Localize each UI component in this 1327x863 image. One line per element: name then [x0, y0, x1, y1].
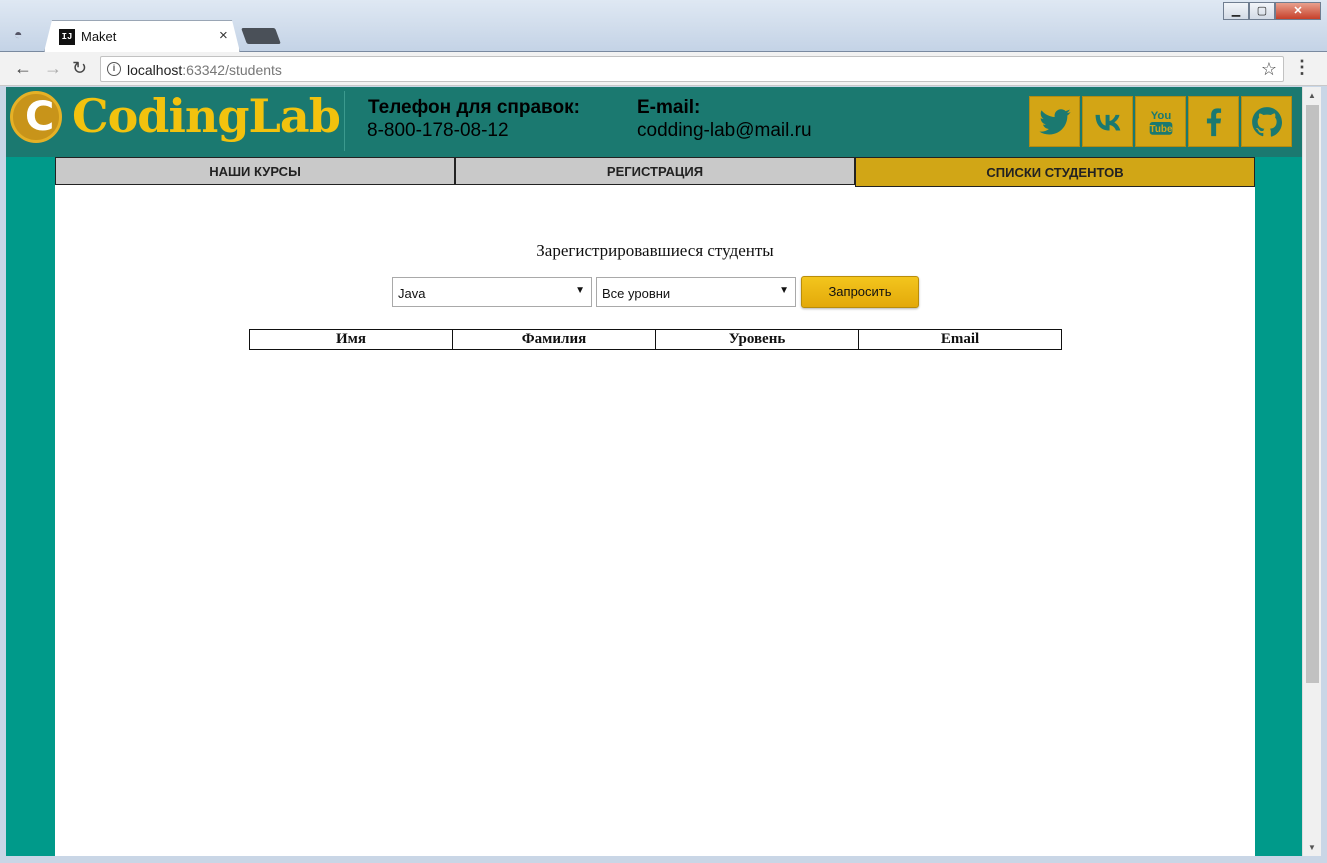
svg-text:You: You — [1150, 110, 1171, 122]
level-select[interactable]: Все уровни ▼ — [596, 277, 796, 307]
table-header-row: Имя Фамилия Уровень Email — [249, 329, 1062, 350]
twitter-icon[interactable] — [1029, 96, 1080, 147]
logo-divider — [344, 91, 356, 151]
phone-value: 8-800-178-08-12 — [367, 120, 509, 141]
vk-icon[interactable] — [1082, 96, 1133, 147]
main-nav: Наши курсы Регистрация Списки студентов — [55, 157, 1255, 187]
phone-label: Телефон для справок: — [368, 97, 580, 118]
incognito-icon: ◓ — [14, 26, 23, 42]
reload-icon[interactable]: ↻ — [72, 58, 87, 79]
window-controls: ▁ ▢ ✕ — [1223, 2, 1321, 20]
tab-our-courses[interactable]: Наши курсы — [55, 157, 455, 185]
scroll-up-icon[interactable]: ▲ — [1308, 91, 1316, 100]
scroll-thumb[interactable] — [1306, 105, 1319, 683]
svg-text:Tube: Tube — [1149, 123, 1172, 134]
back-arrow-icon[interactable]: ← — [14, 58, 32, 79]
students-table: Имя Фамилия Уровень Email — [249, 329, 1062, 350]
filter-controls: Java ▼ Все уровни ▼ Запросить — [392, 276, 919, 308]
window-titlebar: ◓ IJ Maket × ▁ ▢ ✕ — [0, 0, 1327, 52]
column-header-email: Email — [858, 329, 1062, 350]
maximize-icon[interactable]: ▢ — [1249, 2, 1275, 20]
page-title: Зарегистрировавшиеся студенты — [536, 241, 774, 260]
youtube-icon[interactable]: You Tube — [1135, 96, 1186, 147]
column-header-name: Имя — [249, 329, 453, 350]
page-content: Наши курсы Регистрация Списки студентов … — [55, 157, 1255, 856]
tab-title: Maket — [81, 29, 117, 44]
tab-registration[interactable]: Регистрация — [455, 157, 855, 185]
tab-close-icon[interactable]: × — [219, 27, 228, 44]
dropdown-arrow-icon: ▼ — [779, 285, 789, 296]
forward-arrow-icon[interactable]: → — [44, 58, 62, 79]
column-header-level: Уровень — [655, 329, 859, 350]
logo-icon[interactable]: C — [10, 91, 62, 143]
course-select-value: Java — [398, 286, 426, 301]
course-select[interactable]: Java ▼ — [392, 277, 592, 307]
column-header-surname: Фамилия — [452, 329, 656, 350]
bookmark-star-icon[interactable]: ☆ — [1261, 59, 1277, 80]
vertical-scrollbar[interactable]: ▲ ▼ — [1302, 87, 1321, 856]
email-label: E-mail: — [637, 97, 701, 118]
logo-text[interactable]: CodingLab — [72, 89, 341, 143]
browser-menu-icon[interactable]: ⋮ — [1293, 57, 1311, 78]
tab-student-lists[interactable]: Списки студентов — [855, 157, 1255, 187]
info-icon[interactable]: i — [107, 62, 121, 76]
page-viewport: C CodingLab Телефон для справок: 8-800-1… — [6, 87, 1321, 856]
email-value[interactable]: codding-lab@mail.ru — [637, 120, 812, 142]
facebook-icon[interactable] — [1188, 96, 1239, 147]
tab-favicon-icon: IJ — [59, 29, 75, 45]
minimize-icon[interactable]: ▁ — [1223, 2, 1249, 20]
browser-toolbar: ← → ↻ i localhost:63342/students ☆ ⋮ — [0, 52, 1327, 86]
url-text: localhost:63342/students — [127, 62, 282, 78]
dropdown-arrow-icon: ▼ — [575, 285, 585, 296]
close-window-icon[interactable]: ✕ — [1275, 2, 1321, 20]
address-bar[interactable]: i localhost:63342/students ☆ — [100, 56, 1284, 82]
level-select-value: Все уровни — [602, 286, 671, 301]
new-tab-button[interactable] — [241, 28, 281, 44]
scroll-down-icon[interactable]: ▼ — [1308, 843, 1316, 852]
site-header: C CodingLab Телефон для справок: 8-800-1… — [6, 87, 1302, 157]
github-icon[interactable] — [1241, 96, 1292, 147]
request-button[interactable]: Запросить — [801, 276, 919, 308]
browser-tab[interactable]: IJ Maket × — [44, 20, 240, 52]
